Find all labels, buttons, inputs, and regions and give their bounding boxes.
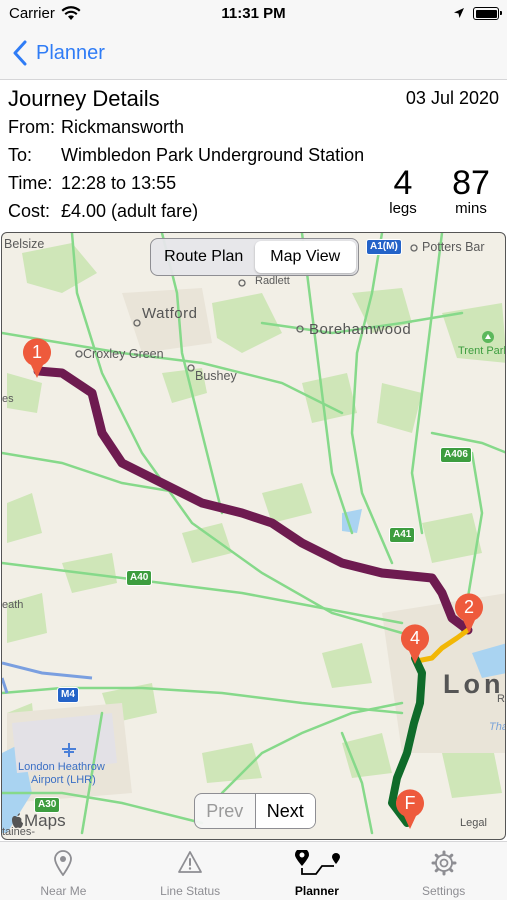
legal-link[interactable]: Legal (460, 817, 487, 829)
from-value: Rickmansworth (61, 117, 185, 137)
croxley-dot (75, 350, 83, 358)
place-label-watford: Watford (142, 305, 198, 322)
tab-near-me[interactable]: Near Me (0, 842, 127, 900)
route-plan-segment[interactable]: Route Plan (153, 241, 255, 273)
place-label-radlett: Radlett (255, 275, 290, 287)
tab-label: Line Status (160, 884, 221, 898)
place-label-potters-bar: Potters Bar (422, 240, 485, 254)
back-button-label: Planner (36, 41, 105, 64)
tab-bar: Near Me Line Status Planner Settings (0, 841, 507, 900)
duration-unit: mins (455, 200, 487, 217)
warning-icon (178, 851, 203, 873)
apple-logo-icon (12, 813, 23, 828)
to-label: To: (8, 145, 33, 165)
view-segmented-control: Route Plan Map View (150, 238, 359, 276)
back-button[interactable]: Planner (12, 40, 105, 66)
legs-unit: legs (389, 200, 417, 217)
place-label-belsize: Belsize (4, 237, 45, 251)
maps-brand-label: Maps (24, 811, 66, 830)
potters-bar-dot (410, 244, 418, 252)
location-pin-icon (54, 850, 73, 876)
journey-date: 03 Jul 2020 (405, 88, 499, 108)
place-label-heathrow-line2: Airport (LHR) (31, 774, 96, 786)
place-label-borehamwood: Borehamwood (309, 321, 412, 338)
map-pin-leg-4[interactable]: 4 (399, 623, 431, 665)
location-arrow-icon (454, 8, 464, 18)
cost-label: Cost: (8, 201, 51, 221)
place-label-london: Lon (443, 669, 505, 699)
time-label: Time: (8, 173, 53, 193)
tab-label: Planner (294, 884, 339, 898)
legs-stat: 4 legs (381, 164, 425, 217)
leg-pager: Prev Next (194, 793, 316, 829)
road-badge-a406: A406 (440, 447, 472, 463)
place-label-trent-park: Trent Park (458, 345, 506, 357)
tab-label: Near Me (40, 884, 87, 898)
pin-label: 2 (463, 597, 474, 617)
route-icon (294, 850, 340, 875)
place-label-es: es (2, 393, 14, 405)
radlett-dot (238, 279, 246, 287)
map-pin-leg-2[interactable]: 2 (453, 592, 485, 634)
from-label: From: (8, 117, 55, 137)
pin-label: 1 (31, 342, 42, 362)
park-marker-icon (482, 331, 494, 343)
map-pin-start[interactable]: 1 (21, 337, 53, 379)
route-map[interactable]: Belsize Potters Bar Radlett Watford Bore… (1, 232, 506, 840)
clock: 11:31 PM (221, 5, 286, 22)
place-label-heathrow-line1: London Heathrow (18, 761, 105, 773)
tab-line-status[interactable]: Line Status (127, 842, 254, 900)
duration-minutes: 87 (452, 164, 490, 202)
maps-attribution: Maps (10, 811, 66, 831)
duration-stat: 87 mins (444, 164, 498, 217)
prev-button[interactable]: Prev (195, 794, 256, 828)
battery-icon (473, 7, 502, 20)
navigation-bar: Planner (0, 30, 507, 80)
map-background (2, 233, 505, 835)
legs-count: 4 (393, 164, 413, 202)
map-pin-finish[interactable]: F (394, 788, 426, 830)
place-label-r: R (497, 693, 505, 705)
tab-label: Settings (421, 884, 466, 898)
place-label-thames: Tha (489, 721, 505, 733)
road-badge-a40: A40 (126, 570, 153, 586)
place-label-bushey: Bushey (195, 369, 237, 383)
tab-settings[interactable]: Settings (380, 842, 507, 900)
to-value: Wimbledon Park Underground Station (61, 145, 365, 165)
cost-value: £4.00 (adult fare) (61, 201, 199, 221)
journey-details: Journey Details 03 Jul 2020 From: Rickma… (0, 80, 507, 232)
road-badge-a1m: A1(M) (366, 239, 402, 255)
time-value: 12:28 to 13:55 (61, 173, 177, 193)
pin-label: 4 (409, 628, 420, 648)
map-view-segment[interactable]: Map View (254, 241, 356, 273)
page-title: Journey Details (8, 86, 160, 111)
place-label-croxley-green: Croxley Green (83, 347, 164, 361)
tab-planner[interactable]: Planner (254, 842, 381, 900)
chevron-left-icon (13, 40, 27, 66)
next-button[interactable]: Next (255, 794, 315, 828)
pin-label: F (404, 793, 416, 813)
gear-icon (431, 850, 457, 876)
place-label-eath: eath (2, 599, 24, 611)
status-bar: Carrier 11:31 PM (0, 0, 507, 30)
road-badge-a41: A41 (389, 527, 416, 543)
road-badge-m4: M4 (57, 687, 79, 703)
